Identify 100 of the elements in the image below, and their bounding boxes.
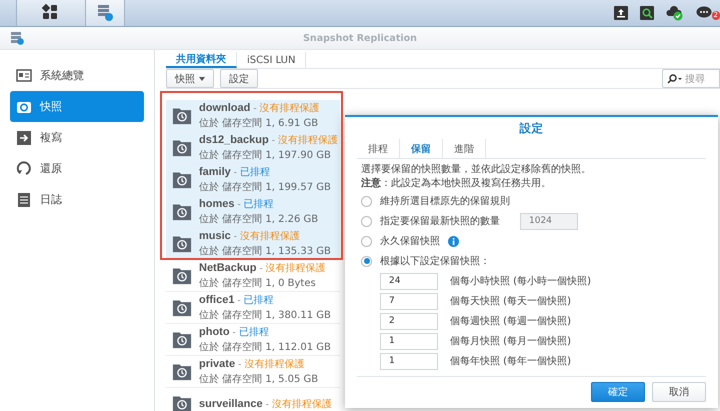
field-label: 個每天快照 (每天一個快照): [450, 294, 571, 308]
field-label: 個每小時快照 (每小時一個快照): [450, 274, 591, 288]
field-label: 個每月快照 (每月一個快照): [450, 334, 571, 348]
folder-status: 已排程: [244, 198, 274, 211]
folder-location: 位於 儲存空間 1, 199.57 GB: [199, 180, 331, 194]
folder-clock-icon: [172, 298, 192, 317]
upload-icon[interactable]: [614, 6, 628, 20]
folder-clock-icon: [172, 170, 192, 189]
taskbar-button[interactable]: [16, 0, 86, 26]
folder-status: 已排程: [238, 326, 269, 339]
list-row[interactable]: surveillance - 沒有排程保護: [166, 388, 340, 411]
list-row[interactable]: photo - 已排程 位於 儲存空間 1, 112.01 GB: [166, 324, 340, 356]
dialog-title: 設定: [520, 120, 544, 137]
dropdown-button[interactable]: 快照: [166, 69, 214, 88]
number-field[interactable]: 2: [380, 312, 438, 330]
sidebar-item[interactable]: 快照: [10, 91, 144, 122]
cloud-check-icon[interactable]: [666, 5, 684, 21]
folder-clock-icon: [172, 138, 192, 157]
folder-name: photo: [199, 326, 230, 338]
separator: -: [234, 168, 238, 178]
folder-name: family: [199, 166, 231, 178]
folder-status: 沒有排程保護: [266, 262, 326, 275]
separator: -: [237, 296, 241, 306]
folder-clock-icon: [172, 330, 192, 349]
note-text: 注意：此設定為本地快照及複寫任務共用。: [361, 177, 552, 191]
radio-button[interactable]: [361, 256, 372, 266]
chat-icon[interactable]: [696, 6, 712, 20]
folder-name: download: [199, 102, 250, 114]
tab[interactable]: 進階: [443, 139, 486, 158]
tab[interactable]: 保留: [400, 139, 443, 158]
id-card-icon: [16, 68, 32, 84]
database-icon: [96, 4, 114, 22]
folder-name: surveillance: [199, 398, 263, 410]
folder-name: private: [199, 358, 236, 370]
folder-name: office1: [199, 294, 234, 306]
folder-location: 位於 儲存空間 1, 5.05 GB: [199, 372, 318, 386]
separator: -: [232, 328, 236, 338]
list-row[interactable]: office1 - 已排程 位於 儲存空間 1, 380.11 GB: [166, 292, 340, 324]
folder-location: 位於 儲存空間 1, 2.26 GB: [199, 212, 318, 226]
list-row[interactable]: download - 沒有排程保護 位於 儲存空間 1, 6.91 GB: [166, 100, 340, 132]
search-icon: [667, 74, 682, 84]
separator: -: [237, 200, 241, 210]
list-row[interactable]: NetBackup - 沒有排程保護 位於 儲存空間 1, 0 Bytes: [166, 260, 340, 292]
folder-clock-icon: [172, 106, 192, 125]
number-field[interactable]: 24: [380, 272, 438, 290]
folder-status: 已排程: [240, 166, 270, 179]
folder-clock-icon: [172, 234, 192, 253]
separator: -: [234, 232, 238, 242]
list-row[interactable]: private - 沒有排程保護 位於 儲存空間 1, 5.05 GB: [166, 356, 340, 388]
folder-clock-icon: [172, 266, 192, 285]
sidebar-item[interactable]: 系統總覽: [10, 60, 144, 91]
list-icon: [16, 192, 32, 208]
folder-location: 位於 儲存空間 1, 135.33 GB: [199, 244, 331, 258]
folder-clock-icon: [172, 362, 192, 381]
info-icon[interactable]: [448, 236, 459, 246]
grid-icon: [42, 4, 60, 22]
list-row[interactable]: family - 已排程 位於 儲存空間 1, 199.57 GB: [166, 164, 340, 196]
folder-status: 沒有排程保護: [272, 398, 332, 410]
folder-location: 位於 儲存空間 1, 380.11 GB: [199, 308, 331, 322]
separator: -: [253, 104, 257, 114]
folder-location: 位於 儲存空間 1, 0 Bytes: [199, 276, 317, 290]
sidebar-item[interactable]: 複寫: [10, 122, 144, 153]
folder-location: 位於 儲存空間 1, 112.01 GB: [199, 340, 331, 354]
sidebar-item[interactable]: 還原: [10, 153, 144, 184]
tab[interactable]: iSCSI LUN: [237, 52, 306, 68]
field-label: 個每週快照 (每週一個快照): [450, 314, 571, 328]
folder-status: 沒有排程保護: [244, 358, 304, 371]
radio-button[interactable]: [361, 216, 372, 226]
tab[interactable]: 排程: [357, 139, 400, 158]
list-row[interactable]: music - 沒有排程保護 位於 儲存空間 1, 135.33 GB: [166, 228, 340, 260]
settings-button[interactable]: 設定: [220, 69, 258, 88]
folder-name: ds12_backup: [199, 134, 269, 146]
radio-label: 永久保留快照: [380, 234, 440, 248]
folder-location: 位於 儲存空間 1, 6.91 GB: [199, 116, 320, 130]
separator: -: [266, 400, 269, 410]
radio-label: 維持所選目標原先的保留規則: [380, 194, 510, 208]
radio-button[interactable]: [361, 196, 372, 206]
number-field[interactable]: 1: [380, 352, 438, 370]
separator: -: [259, 264, 263, 274]
folder-status: 沒有排程保護: [260, 102, 320, 115]
database-icon: [10, 31, 24, 45]
field-label: 個每年快照 (每年一個快照): [450, 354, 571, 368]
separator: -: [238, 360, 242, 370]
list-row[interactable]: homes - 已排程 位於 儲存空間 1, 2.26 GB: [166, 196, 340, 228]
number-field[interactable]: 7: [380, 292, 438, 310]
number-field[interactable]: 1: [380, 332, 438, 350]
window-title: Snapshot Replication: [303, 32, 417, 44]
radio-button[interactable]: [361, 236, 372, 246]
list-row[interactable]: ds12_backup - 沒有排程保護 位於 儲存空間 1, 197.90 GB: [166, 132, 340, 164]
separator: -: [272, 136, 275, 146]
folder-status: 沒有排程保護: [240, 230, 300, 243]
sidebar-item[interactable]: 日誌: [10, 184, 144, 215]
search-icon[interactable]: [640, 6, 654, 20]
folder-name: music: [199, 230, 231, 242]
folder-location: 位於 儲存空間 1, 197.90 GB: [199, 148, 332, 162]
folder-name: homes: [199, 198, 234, 210]
folder-name: NetBackup: [199, 262, 256, 274]
arrow-box-icon: [16, 130, 32, 146]
radio-label: 指定要保留最新快照的數量: [380, 214, 500, 228]
cancel-button[interactable]: 取消: [652, 382, 706, 402]
